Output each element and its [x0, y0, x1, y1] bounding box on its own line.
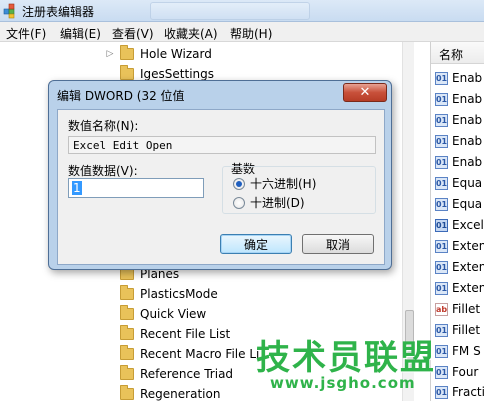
binary-value-icon: 01	[435, 197, 448, 211]
radio-dec-label: 十进制(D)	[250, 196, 305, 210]
watermark-title: 技术员联盟	[256, 338, 436, 378]
value-row[interactable]: 01 Enab	[435, 89, 484, 109]
column-header-name[interactable]: 名称	[431, 42, 484, 64]
folder-icon	[120, 65, 134, 80]
folder-icon	[120, 385, 134, 400]
binary-value-icon: 01	[435, 176, 448, 190]
registry-app-icon	[3, 3, 15, 19]
menu-favorites[interactable]: 收藏夹(A)	[164, 25, 218, 42]
cancel-button[interactable]: 取消	[302, 234, 374, 254]
binary-value-icon: 01	[435, 134, 448, 148]
value-row[interactable]: 01 Enab	[435, 152, 484, 172]
menu-edit[interactable]: 编辑(E)	[60, 25, 101, 42]
title-bar: 注册表编辑器	[0, 0, 484, 22]
close-button[interactable]: ✕	[343, 83, 387, 102]
ok-button[interactable]: 确定	[220, 234, 292, 254]
tree-item-label: Reference Triad	[140, 367, 234, 381]
value-data-label: 数值数据(V):	[68, 164, 138, 178]
binary-value-icon: 01	[435, 218, 448, 232]
folder-icon	[120, 45, 134, 60]
radio-selected-icon	[233, 177, 245, 190]
value-row[interactable]: 01 FM S	[435, 341, 484, 361]
value-row[interactable]: 01 Exten	[435, 278, 484, 298]
folder-icon	[120, 325, 134, 340]
binary-value-icon: 01	[435, 365, 448, 379]
folder-icon	[120, 365, 134, 380]
value-row[interactable]: 01 Exten	[435, 257, 484, 277]
dialog-body: 数值名称(N): Excel Edit Open 数值数据(V): 1 基数 十…	[57, 109, 385, 265]
value-data-input[interactable]: 1	[68, 178, 204, 198]
radio-unselected-icon	[233, 196, 245, 209]
value-data-text: 1	[72, 181, 82, 195]
folder-icon	[120, 305, 134, 320]
tree-item-reference-triad[interactable]: Reference Triad	[104, 364, 233, 384]
menu-help[interactable]: 帮助(H)	[230, 25, 272, 42]
expand-arrow-icon[interactable]: ▷	[104, 44, 116, 64]
value-row[interactable]: 01 Exten	[435, 236, 484, 256]
tree-item-recent-file-list[interactable]: Recent File List	[104, 324, 230, 344]
binary-value-icon: 01	[435, 260, 448, 274]
value-row[interactable]: 01 Enab	[435, 131, 484, 151]
value-row[interactable]: ab Fillet	[435, 299, 484, 319]
value-row[interactable]: 01 Equa	[435, 173, 484, 193]
binary-value-icon: 01	[435, 323, 448, 337]
tree-item-label: Regeneration	[140, 387, 221, 401]
window-title: 注册表编辑器	[22, 5, 95, 19]
tree-item-recent-macro-file-list[interactable]: Recent Macro File Li	[104, 344, 259, 364]
values-pane: 名称 01 Enab 01 Enab 01 Enab 01 Enab 01 Enab 01…	[430, 42, 484, 401]
folder-icon	[120, 285, 134, 300]
binary-value-icon: 01	[435, 281, 448, 295]
binary-value-icon: 01	[435, 71, 448, 85]
radio-hex-label: 十六进制(H)	[250, 177, 317, 191]
tree-item-plastics-mode[interactable]: PlasticsMode	[104, 284, 218, 304]
menu-file[interactable]: 文件(F)	[6, 25, 46, 42]
watermark: 技术员联盟 www.jsgho.com	[256, 330, 436, 392]
value-row[interactable]: 01 Enab	[435, 110, 484, 130]
watermark-url: www.jsgho.com	[270, 374, 416, 392]
value-row[interactable]: 01 Fracti	[435, 382, 484, 401]
close-icon: ✕	[359, 85, 371, 100]
tree-item-label: Recent Macro File Li	[140, 347, 260, 361]
tree-item-label: Hole Wizard	[140, 47, 212, 61]
value-name-field: Excel Edit Open	[68, 136, 376, 154]
folder-icon	[120, 345, 134, 360]
binary-value-icon: 01	[435, 344, 448, 358]
string-value-icon: ab	[435, 302, 448, 316]
radio-hexadecimal[interactable]: 十六进制(H)	[233, 175, 316, 192]
binary-value-icon: 01	[435, 385, 448, 399]
tree-item-label: Recent File List	[140, 327, 231, 341]
dialog-title: 编辑 DWORD (32 位值	[57, 89, 185, 103]
tree-item-regeneration[interactable]: Regeneration	[104, 384, 220, 401]
background-tab	[150, 2, 310, 20]
base-group: 十六进制(H) 十进制(D)	[222, 166, 376, 214]
column-header-label: 名称	[439, 48, 464, 62]
tree-item-hole-wizard[interactable]: ▷ Hole Wizard	[104, 44, 212, 64]
menu-view[interactable]: 查看(V)	[112, 25, 154, 42]
binary-value-icon: 01	[435, 92, 448, 106]
tree-item-label: PlasticsMode	[140, 287, 218, 301]
menu-bar: 文件(F) 编辑(E) 查看(V) 收藏夹(A) 帮助(H)	[0, 22, 484, 42]
binary-value-icon: 01	[435, 113, 448, 127]
value-row-selected[interactable]: 01 Excel	[435, 215, 484, 235]
edit-dword-dialog: 编辑 DWORD (32 位值 ✕ 数值名称(N): Excel Edit Op…	[48, 80, 392, 270]
radio-decimal[interactable]: 十进制(D)	[233, 194, 305, 211]
tree-item-quick-view[interactable]: Quick View	[104, 304, 206, 324]
value-row[interactable]: 01 Equa	[435, 194, 484, 214]
binary-value-icon: 01	[435, 155, 448, 169]
value-name-label: 数值名称(N):	[68, 119, 139, 133]
value-row[interactable]: 01 Enab	[435, 68, 484, 88]
value-row[interactable]: 01 Fillet	[435, 320, 484, 340]
tree-item-label: Quick View	[140, 307, 207, 321]
value-row[interactable]: 01 Four	[435, 362, 484, 382]
tree-item-label: IgesSettings	[140, 67, 215, 81]
binary-value-icon: 01	[435, 239, 448, 253]
